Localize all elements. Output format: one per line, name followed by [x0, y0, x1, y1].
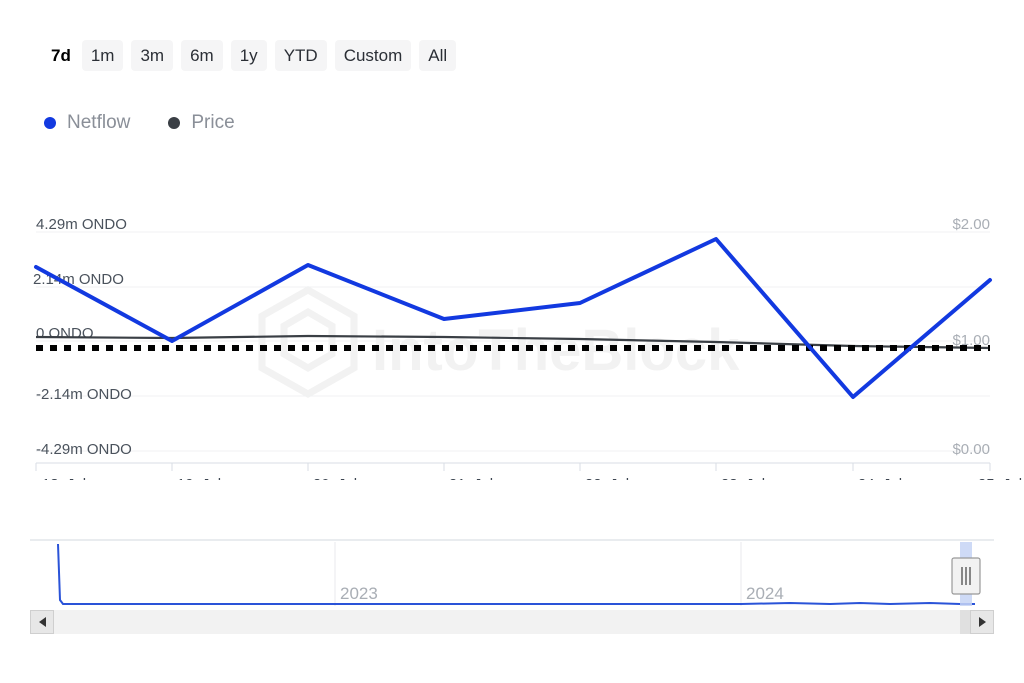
navigator-year-2024: 2024 [746, 584, 784, 603]
scrollbar-left-arrow-button[interactable] [30, 610, 54, 634]
range-button-all[interactable]: All [419, 40, 456, 71]
legend-item-netflow[interactable]: Netflow [44, 113, 130, 132]
right-axis-tick-2: $2.00 [952, 216, 990, 233]
left-axis-tick-0: -4.29m ONDO [36, 441, 132, 458]
scrollbar-track[interactable] [54, 610, 970, 634]
range-button-ytd[interactable]: YTD [275, 40, 327, 71]
x-axis-tick-5: 23. Jul [721, 476, 765, 480]
range-button-7d[interactable]: 7d [48, 40, 74, 71]
scrollbar-thumb[interactable] [960, 610, 970, 634]
x-axis-tick-1: 19. Jul [177, 476, 221, 480]
right-axis-tick-0: $0.00 [952, 441, 990, 458]
chart-legend: Netflow Price [44, 113, 235, 132]
navigator-series-line [58, 544, 975, 604]
scrollbar-right-arrow-button[interactable] [970, 610, 994, 634]
legend-dot-price-icon [168, 117, 180, 129]
x-axis [36, 463, 990, 471]
left-axis-tick-4: 4.29m ONDO [36, 216, 127, 233]
legend-label-netflow: Netflow [67, 113, 130, 132]
range-button-1m[interactable]: 1m [82, 40, 124, 71]
x-axis-tick-7: 25. Jul [978, 476, 1022, 480]
chart-scrollbar[interactable] [30, 610, 994, 634]
range-button-6m[interactable]: 6m [181, 40, 223, 71]
navigator-year-2023: 2023 [340, 584, 378, 603]
left-axis-tick-2: 0 ONDO [36, 325, 94, 342]
x-axis-labels: 18. Jul 19. Jul 20. Jul 21. Jul 22. Jul … [42, 476, 1022, 480]
x-axis-tick-2: 20. Jul [313, 476, 357, 480]
left-axis-tick-1: -2.14m ONDO [36, 386, 132, 403]
x-axis-tick-3: 21. Jul [449, 476, 493, 480]
x-axis-tick-4: 22. Jul [585, 476, 629, 480]
legend-label-price: Price [191, 113, 234, 132]
range-button-1y[interactable]: 1y [231, 40, 267, 71]
chart-navigator[interactable]: 2023 2024 [30, 534, 994, 610]
gridlines [36, 232, 990, 451]
x-axis-tick-0: 18. Jul [42, 476, 86, 480]
legend-item-price[interactable]: Price [168, 113, 234, 132]
chart-plot-area[interactable]: IntoTheBlock 4.29m ONDO 2.14m ONDO 0 OND… [0, 190, 1024, 480]
range-button-3m[interactable]: 3m [131, 40, 173, 71]
right-axis-labels: $2.00 $1.00 $0.00 [952, 216, 990, 458]
legend-dot-netflow-icon [44, 117, 56, 129]
chevron-right-icon [979, 617, 986, 627]
x-axis-tick-6: 24. Jul [858, 476, 902, 480]
range-button-custom[interactable]: Custom [335, 40, 412, 71]
chevron-left-icon [39, 617, 46, 627]
range-selector: 7d 1m 3m 6m 1y YTD Custom All [48, 40, 456, 71]
navigator-right-handle[interactable] [952, 558, 980, 594]
